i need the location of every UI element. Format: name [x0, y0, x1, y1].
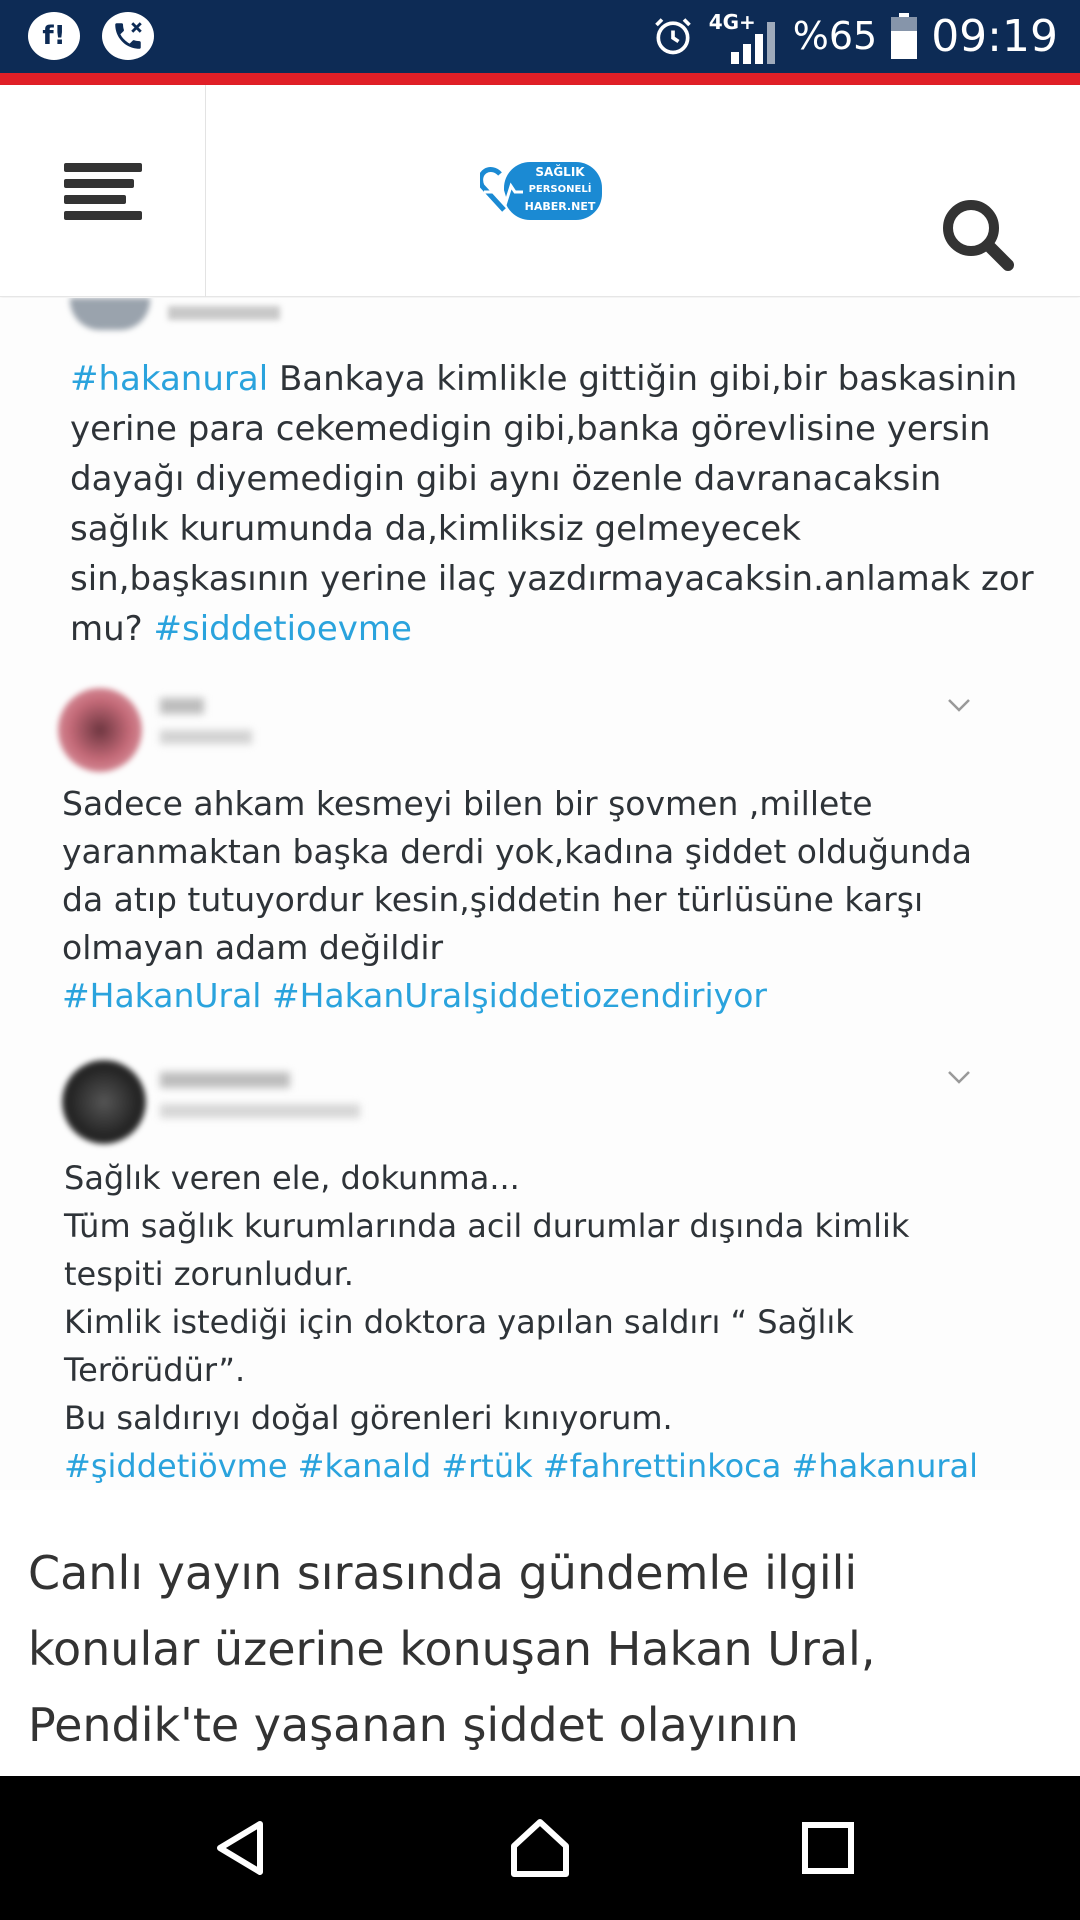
tweet-line-text: sin,başkasının yerine ilaç yazdırmayacak…	[70, 559, 1034, 599]
home-button[interactable]	[500, 1808, 580, 1888]
recents-button[interactable]	[788, 1808, 868, 1888]
tweet-line: Kimlik istediği için doktora yapılan sal…	[64, 1298, 978, 1346]
tweet-line-text: Tüm sağlık kurumlarında acil durumlar dı…	[64, 1207, 910, 1245]
chevron-down-icon	[948, 699, 970, 712]
tweet-line-text: olmayan adam değildir	[62, 928, 444, 967]
hashtag: #şiddetiövme #kanald #rtük #fahrettinkoc…	[64, 1447, 979, 1485]
tweet-text-3: Sağlık veren ele, dokunma... Tüm sağlık …	[64, 1154, 978, 1490]
tweet-line-text: Kimlik istediği için doktora yapılan sal…	[64, 1303, 854, 1341]
tweet-line: #HakanUral #HakanUralşiddetiozendiriyor	[62, 972, 972, 1020]
logo-line-3: HABER.NET	[524, 200, 596, 213]
back-icon	[217, 1821, 263, 1875]
menu-button[interactable]	[0, 85, 206, 297]
tweet-line: Sağlık veren ele, dokunma...	[64, 1154, 978, 1202]
tweet-line: dayağı diyemedigin gibi aynı özenle davr…	[70, 454, 1034, 504]
tweet-line: Tüm sağlık kurumlarında acil durumlar dı…	[64, 1202, 978, 1250]
menu-icon	[63, 156, 142, 227]
signal-icon	[730, 22, 775, 64]
tweet-screenshot: #hakanural Bankaya kimlikle gittiğin gib…	[0, 298, 1080, 1490]
avatar	[62, 1060, 146, 1144]
tweet-line-text: tespiti zorunludur.	[64, 1255, 354, 1293]
tweet-text-2: Sadece ahkam kesmeyi bilen bir şovmen ,m…	[62, 780, 972, 1020]
hashtag: #HakanUral #HakanUralşiddetiozendiriyor	[62, 976, 767, 1015]
tweet-line-text: yaranmaktan başka derdi yok,kadına şidde…	[62, 832, 972, 871]
blurred-username	[160, 1072, 290, 1088]
tweet-line: Terörüdür”.	[64, 1346, 978, 1394]
tweet-line-text: Bankaya kimlikle gittiğin gibi,bir baska…	[268, 359, 1018, 399]
battery-level: %65	[792, 14, 878, 58]
tweet-line-text: da atıp tutuyordur kesin,şiddetin her tü…	[62, 880, 924, 919]
status-bar: f! 4G+ %65 09:19	[0, 0, 1080, 73]
navigation-bar	[0, 1776, 1080, 1920]
tweet-line: yaranmaktan başka derdi yok,kadına şidde…	[62, 828, 972, 876]
tweet-line-text: Sadece ahkam kesmeyi bilen bir şovmen ,m…	[62, 784, 873, 823]
article-line: Pendik'te yaşanan şiddet olayının	[28, 1698, 799, 1752]
avatar	[70, 298, 150, 330]
search-button[interactable]	[938, 195, 1018, 275]
tweet-line-text: mu?	[70, 609, 154, 649]
blurred-username	[168, 306, 280, 320]
tweet-line-text: dayağı diyemedigin gibi aynı özenle davr…	[70, 459, 942, 499]
notification-icons: f!	[28, 12, 154, 60]
logo-text: SAĞLIK PERSONELİ HABER.NET	[520, 164, 600, 215]
tweet-line: #hakanural Bankaya kimlikle gittiğin gib…	[70, 354, 1034, 404]
article-line: Canlı yayın sırasında gündemle ilgili	[28, 1546, 858, 1600]
tweet-line: Bu saldırıyı doğal görenleri kınıyorum.	[64, 1394, 978, 1442]
avatar	[58, 688, 142, 772]
logo-line-1: SAĞLIK	[535, 165, 585, 179]
clock: 09:19	[931, 10, 1058, 62]
article-line: konular üzerine konuşan Hakan Ural,	[28, 1622, 876, 1676]
tweet-line: mu? #siddetioevme	[70, 604, 1034, 654]
search-icon	[943, 200, 1014, 271]
tweet-line-text: Sağlık veren ele, dokunma...	[64, 1159, 520, 1197]
tweet-line-text: Terörüdür”.	[64, 1351, 246, 1389]
tweet-line: Sadece ahkam kesmeyi bilen bir şovmen ,m…	[62, 780, 972, 828]
blurred-date	[160, 730, 252, 744]
chevron-down-icon	[948, 1071, 970, 1084]
tweet-line: sağlık kurumunda da,kimliksiz gelmeyecek	[70, 504, 1034, 554]
tweet-line: sin,başkasının yerine ilaç yazdırmayacak…	[70, 554, 1034, 604]
tweet-line: olmayan adam değildir	[62, 924, 972, 972]
logo-line-2: PERSONELİ	[528, 184, 592, 195]
site-logo[interactable]: SAĞLIK PERSONELİ HABER.NET	[478, 160, 604, 222]
tweet-line-text: Bu saldırıyı doğal görenleri kınıyorum.	[64, 1399, 673, 1437]
phone-missed-icon	[102, 12, 154, 60]
tweet-line-text: yerine para cekemedigin gibi,banka görev…	[70, 409, 991, 449]
header-accent-bar	[0, 73, 1080, 85]
tweet-line-text: sağlık kurumunda da,kimliksiz gelmeyecek	[70, 509, 801, 549]
system-indicators: 4G+ %65 09:19	[651, 6, 1058, 66]
article-body: Canlı yayın sırasında gündemle ilgili ko…	[28, 1535, 1048, 1763]
tweet-text-1: #hakanural Bankaya kimlikle gittiğin gib…	[70, 354, 1034, 654]
tweet-line: yerine para cekemedigin gibi,banka görev…	[70, 404, 1034, 454]
signal-indicator: 4G+	[709, 8, 779, 64]
alarm-icon	[654, 18, 691, 55]
hashtag: #hakanural	[70, 359, 269, 399]
app-icon-f: f!	[28, 12, 80, 60]
tweet-line: da atıp tutuyordur kesin,şiddetin her tü…	[62, 876, 972, 924]
tweet-line: #şiddetiövme #kanald #rtük #fahrettinkoc…	[64, 1442, 978, 1490]
blurred-username	[160, 698, 204, 714]
back-button[interactable]	[200, 1808, 280, 1888]
site-header: SAĞLIK PERSONELİ HABER.NET	[0, 85, 1080, 297]
blurred-handle	[160, 1104, 360, 1118]
hashtag: #siddetioevme	[153, 609, 412, 649]
recents-icon	[802, 1822, 854, 1874]
battery-icon	[891, 13, 918, 59]
home-icon	[511, 1819, 569, 1877]
tweet-line: tespiti zorunludur.	[64, 1250, 978, 1298]
